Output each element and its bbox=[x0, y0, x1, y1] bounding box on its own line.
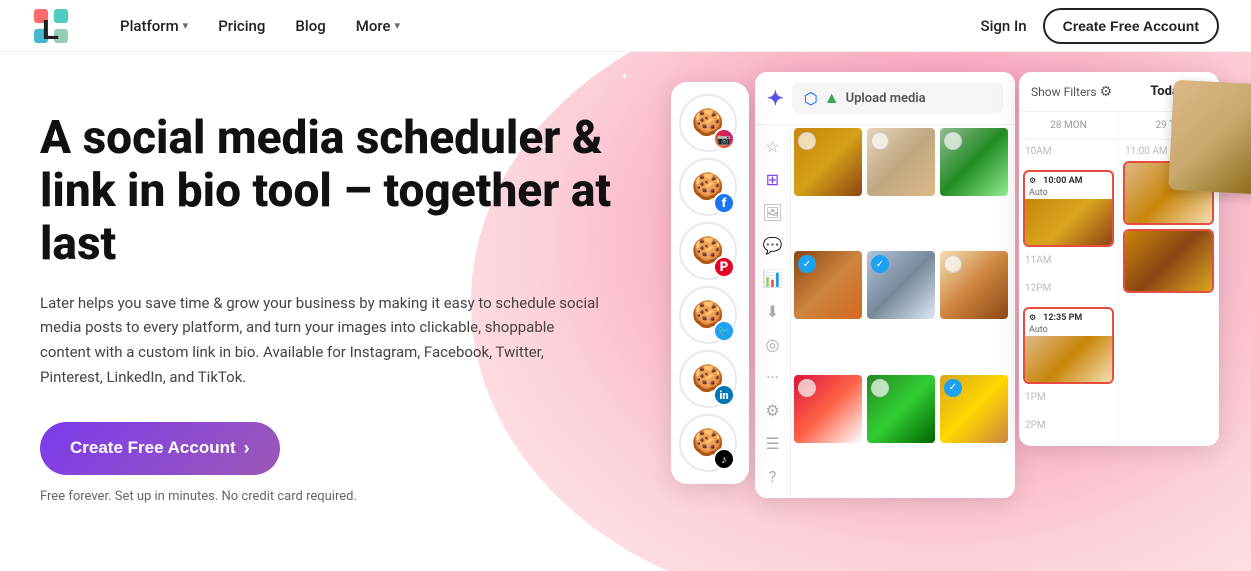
nav-pricing[interactable]: Pricing bbox=[206, 11, 277, 41]
create-account-button-hero[interactable]: Create Free Account › bbox=[40, 422, 280, 475]
nav-more[interactable]: More ▾ bbox=[344, 11, 412, 41]
facebook-badge: f bbox=[713, 192, 735, 214]
instagram-badge: 📷 bbox=[713, 128, 735, 150]
social-platforms-panel: 🍪 📷 🍪 f 🍪 P 🍪 bbox=[671, 82, 749, 484]
select-checkbox-8[interactable] bbox=[871, 379, 889, 397]
star-sidebar-icon[interactable]: ☆ bbox=[765, 137, 779, 156]
select-checkbox-3[interactable] bbox=[944, 132, 962, 150]
app-mockup: 🍪 📷 🍪 f 🍪 P 🍪 bbox=[671, 72, 1251, 498]
media-item-8[interactable] bbox=[867, 375, 935, 443]
schedule-event-4[interactable] bbox=[1123, 229, 1214, 293]
facebook-platform-item[interactable]: 🍪 f bbox=[679, 158, 737, 216]
hero-heading: A social media scheduler & link in bio t… bbox=[40, 112, 620, 271]
media-item-4[interactable]: ✓ bbox=[794, 251, 862, 319]
upload-label: Upload media bbox=[846, 91, 926, 106]
twitter-platform-item[interactable]: 🍪 🐦 bbox=[679, 286, 737, 344]
create-account-button-nav[interactable]: Create Free Account bbox=[1043, 8, 1219, 44]
instagram-sidebar-icon[interactable]: ◎ bbox=[766, 335, 780, 354]
dots-sidebar-icon[interactable]: ··· bbox=[766, 368, 779, 387]
chevron-down-icon: ▾ bbox=[183, 19, 189, 32]
calendar-sidebar-icon[interactable]: ⊞ bbox=[766, 170, 779, 189]
image-sidebar-icon[interactable]: 🖼 bbox=[762, 203, 782, 222]
nav-right: Sign In Create Free Account bbox=[980, 8, 1219, 44]
time-10am: 10AM bbox=[1021, 142, 1116, 170]
free-note: Free forever. Set up in minutes. No cred… bbox=[40, 489, 660, 504]
settings-sidebar-icon[interactable]: ⚙ bbox=[765, 401, 779, 420]
day-column-28: 28 MON 10AM ⚙ 10:00 AM Auto bbox=[1019, 112, 1119, 446]
select-checkbox-1[interactable] bbox=[798, 132, 816, 150]
select-checkbox-9[interactable]: ✓ bbox=[944, 379, 962, 397]
day-header-28: 28 MON bbox=[1019, 112, 1118, 140]
app-toolbar: ✦ ⬡ ▲ Upload media bbox=[755, 72, 1015, 125]
later-logo-small: ✦ bbox=[767, 86, 784, 110]
time-1pm: 1PM bbox=[1021, 388, 1116, 416]
media-item-5[interactable]: ✓ bbox=[867, 251, 935, 319]
hero-subtext: Later helps you save time & grow your bu… bbox=[40, 291, 600, 390]
svg-text:L: L bbox=[42, 14, 59, 45]
nav-blog[interactable]: Blog bbox=[283, 11, 337, 41]
upload-area[interactable]: ⬡ ▲ Upload media bbox=[792, 82, 1003, 114]
auto-label-2: Auto bbox=[1029, 325, 1048, 335]
chevron-down-icon-more: ▾ bbox=[395, 19, 401, 32]
chat-sidebar-icon[interactable]: 💬 bbox=[763, 236, 783, 255]
media-library-panel: ✦ ⬡ ▲ Upload media ☆ ⊞ 🖼 💬 📊 ⬇ ◎ bbox=[755, 72, 1015, 498]
schedule-event-1[interactable]: ⚙ 10:00 AM Auto bbox=[1023, 170, 1114, 247]
select-checkbox-5[interactable]: ✓ bbox=[871, 255, 889, 273]
twitter-badge: 🐦 bbox=[713, 320, 735, 342]
event-time-1: 10:00 AM bbox=[1039, 174, 1086, 186]
arrow-right-icon: › bbox=[244, 438, 250, 459]
photo-overlay bbox=[1168, 80, 1251, 195]
hero-section: ✦ ✦ ✦ ✦ ✦ ✦ ✦ ✦ ✦ A social media schedul… bbox=[0, 52, 1251, 571]
media-item-7[interactable] bbox=[794, 375, 862, 443]
chart-sidebar-icon[interactable]: 📊 bbox=[763, 269, 783, 288]
auto-label-1: Auto bbox=[1029, 188, 1048, 198]
event-time-2: 12:35 PM bbox=[1039, 311, 1086, 323]
list-sidebar-icon[interactable]: ☰ bbox=[765, 434, 779, 453]
select-checkbox-4[interactable]: ✓ bbox=[798, 255, 816, 273]
tiktok-platform-item[interactable]: 🍪 ♪ bbox=[679, 414, 737, 472]
dropbox-icon: ⬡ bbox=[804, 89, 818, 108]
time-12pm: 12PM bbox=[1021, 279, 1116, 307]
gdrive-icon: ▲ bbox=[824, 88, 840, 108]
tiktok-badge: ♪ bbox=[713, 448, 735, 470]
sign-in-link[interactable]: Sign In bbox=[980, 17, 1026, 35]
event-thumbnail-2 bbox=[1025, 336, 1112, 382]
select-checkbox-6[interactable] bbox=[944, 255, 962, 273]
time-11am: 11AM bbox=[1021, 251, 1116, 279]
nav-links: Platform ▾ Pricing Blog More ▾ bbox=[108, 11, 980, 41]
linkedin-platform-item[interactable]: 🍪 in bbox=[679, 350, 737, 408]
event-thumbnail-1 bbox=[1025, 199, 1112, 245]
pinterest-badge: P bbox=[713, 256, 735, 278]
media-item-9[interactable]: ✓ bbox=[940, 375, 1008, 443]
instagram-platform-item[interactable]: 🍪 📷 bbox=[679, 94, 737, 152]
pinterest-platform-item[interactable]: 🍪 P bbox=[679, 222, 737, 280]
hero-content: A social media scheduler & link in bio t… bbox=[0, 52, 660, 571]
show-filters-label: Show Filters ⚙ bbox=[1031, 84, 1112, 100]
linkedin-badge: in bbox=[713, 384, 735, 406]
select-checkbox-2[interactable] bbox=[871, 132, 889, 150]
time-2pm: 2PM bbox=[1021, 416, 1116, 444]
app-sidebar: ☆ ⊞ 🖼 💬 📊 ⬇ ◎ ··· ⚙ ☰ ? bbox=[755, 125, 791, 498]
media-item-6[interactable] bbox=[940, 251, 1008, 319]
select-checkbox-7[interactable] bbox=[798, 379, 816, 397]
media-item-2[interactable] bbox=[867, 128, 935, 196]
media-item-1[interactable] bbox=[794, 128, 862, 196]
media-item-3[interactable] bbox=[940, 128, 1008, 196]
media-grid: ✓ ✓ ✓ bbox=[791, 125, 1013, 498]
app-body: ☆ ⊞ 🖼 💬 📊 ⬇ ◎ ··· ⚙ ☰ ? bbox=[755, 125, 1015, 498]
download-sidebar-icon[interactable]: ⬇ bbox=[766, 302, 779, 321]
logo[interactable]: L bbox=[32, 7, 76, 45]
schedule-event-2[interactable]: ⚙ 12:35 PM Auto bbox=[1023, 307, 1114, 384]
help-sidebar-icon[interactable]: ? bbox=[769, 467, 777, 486]
nav-platform[interactable]: Platform ▾ bbox=[108, 11, 200, 41]
